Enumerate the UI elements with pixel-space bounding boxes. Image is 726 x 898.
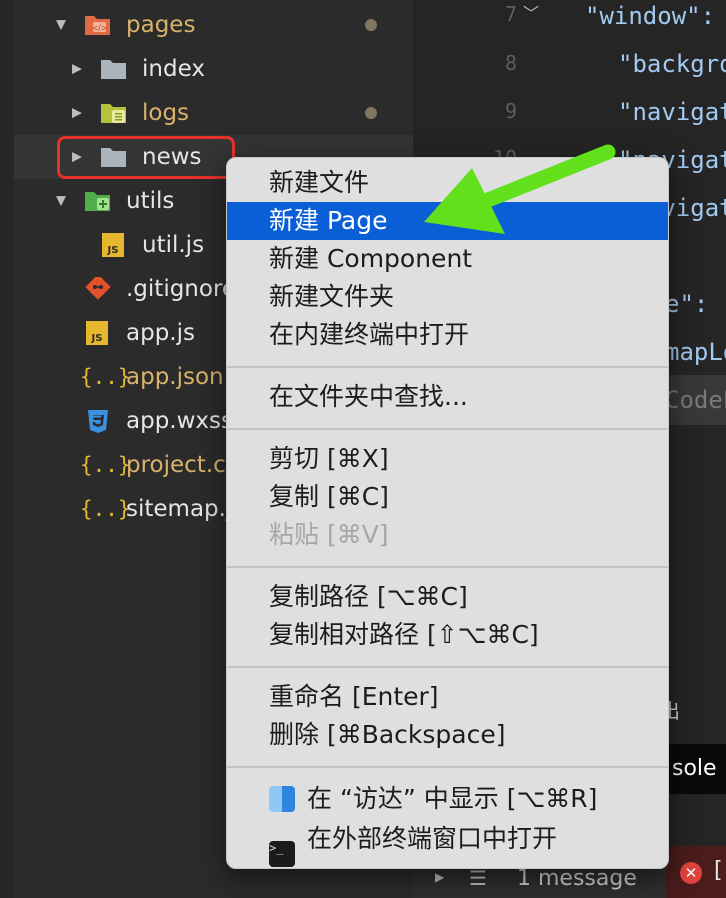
menu-separator [227, 566, 668, 568]
tree-item-label: app.json [126, 364, 224, 390]
code-line: "window": { [585, 2, 726, 30]
menu-item-new-component[interactable]: 新建 Component [227, 240, 668, 278]
menu-separator [227, 428, 668, 430]
menu-item-label: 在外部终端窗口中打开 [307, 824, 558, 853]
error-entry[interactable]: ✕ [ [666, 846, 726, 898]
folder-open-icon: </> [85, 16, 110, 35]
message-count[interactable]: 1 message [517, 866, 637, 891]
tree-item-label: util.js [142, 232, 205, 258]
menu-item-open-in-terminal[interactable]: 在内建终端中打开 [227, 316, 668, 354]
menu-item-copy-relative-path[interactable]: 复制相对路径 [⇧⌥⌘C] [227, 616, 668, 654]
fold-chevron-icon[interactable]: ﹀ [523, 0, 539, 24]
css3-icon [88, 410, 108, 433]
js-file-icon: JS [86, 321, 108, 345]
error-icon: ✕ [680, 862, 702, 884]
tree-item-label: app.js [126, 320, 195, 346]
menu-separator [227, 766, 668, 768]
chevron-down-icon[interactable]: ▼ [56, 194, 66, 209]
tree-item-logs[interactable]: ▶ logs [14, 91, 413, 135]
modified-dot-icon [365, 107, 377, 119]
terminal-icon: >_ [269, 841, 295, 867]
tree-item-label: utils [126, 188, 175, 214]
news-folder-highlight [57, 136, 235, 179]
code-line: e": " [665, 290, 726, 318]
chevron-right-icon[interactable]: ▶ [72, 62, 82, 77]
modified-dot-icon [365, 19, 377, 31]
menu-item-find-in-folder[interactable]: 在文件夹中查找... [227, 378, 668, 416]
menu-item-new-file[interactable]: 新建文件 [227, 164, 668, 202]
json-braces-icon: {..} [80, 365, 131, 389]
menu-item-delete[interactable]: 删除 [⌘Backspace] [227, 716, 668, 754]
svg-text:JS: JS [91, 333, 103, 344]
menu-separator [227, 666, 668, 668]
finder-icon [269, 786, 295, 812]
menu-item-copy-path[interactable]: 复制路径 [⌥⌘C] [227, 578, 668, 616]
folder-logs-icon [101, 104, 126, 123]
folder-icon [101, 60, 126, 79]
code-line: "navigat [618, 98, 726, 126]
menu-item-open-external-terminal[interactable]: >_ 在外部终端窗口中打开 [227, 820, 668, 867]
error-text: [ [714, 858, 723, 883]
line-number: 9 [504, 99, 517, 123]
menu-item-copy[interactable]: 复制 [⌘C] [227, 478, 668, 516]
chevron-down-icon[interactable]: ▼ [56, 18, 66, 33]
menu-item-paste: 粘贴 [⌘V] [269, 520, 389, 549]
context-menu: 新建文件 新建 Page 新建 Component 新建文件夹 在内建终端中打开… [226, 157, 669, 869]
menu-item-new-folder[interactable]: 新建文件夹 [227, 278, 668, 316]
list-icon[interactable]: ☰ [469, 866, 487, 890]
js-file-icon: JS [102, 233, 124, 257]
tree-item-label: app.wxss [126, 408, 233, 434]
chevron-right-icon[interactable]: ▶ [72, 106, 82, 121]
menu-item-cut[interactable]: 剪切 [⌘X] [227, 440, 668, 478]
menu-item-new-page[interactable]: 新建 Page [227, 202, 668, 240]
tree-item-label: logs [142, 100, 190, 126]
expand-arrow-icon[interactable]: ▶ [435, 870, 444, 884]
menu-separator [227, 366, 668, 368]
line-number: 7 [504, 2, 517, 26]
svg-text:</>: </> [91, 24, 107, 33]
tree-item-label: .gitignore [126, 276, 237, 302]
code-line: mapLo [665, 338, 726, 366]
explorer-gutter [0, 0, 14, 898]
console-tab[interactable]: sole [660, 744, 726, 794]
tree-item-pages[interactable]: ▼ </> pages [14, 3, 413, 47]
tree-item-label: index [142, 56, 205, 82]
tree-item-label: pages [126, 12, 196, 38]
git-icon [85, 277, 111, 300]
line-number: 8 [504, 51, 517, 75]
tree-item-label: sitemap.j [126, 496, 233, 522]
menu-item-reveal-in-finder[interactable]: 在 “访达” 中显示 [⌥⌘R] [227, 780, 668, 818]
code-line: "backgro [618, 50, 726, 78]
menu-item-label: 在 “访达” 中显示 [⌥⌘R] [307, 784, 598, 813]
svg-text:JS: JS [107, 245, 119, 256]
menu-item-rename[interactable]: 重命名 [Enter] [227, 678, 668, 716]
tree-item-index[interactable]: ▶ index [14, 47, 413, 91]
tree-item-label: project.c [126, 452, 226, 478]
code-line: CodeL [665, 386, 726, 414]
console-tab-label: sole [672, 756, 717, 781]
json-braces-icon: {..} [80, 453, 131, 477]
json-braces-icon: {..} [80, 497, 131, 521]
folder-utils-icon [85, 192, 110, 211]
